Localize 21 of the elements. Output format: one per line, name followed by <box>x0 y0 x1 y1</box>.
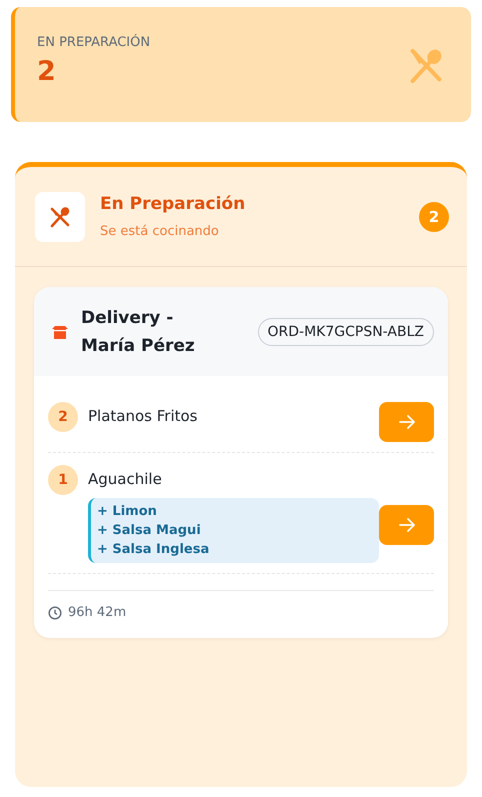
quantity-badge: 1 <box>48 465 78 495</box>
item-name: Aguachile <box>88 470 163 488</box>
modifier-text: + Salsa Inglesa <box>97 542 210 557</box>
stat-label: EN PREPARACIÓN <box>37 35 150 50</box>
elapsed-time: 96h 42m <box>68 605 126 620</box>
advance-button[interactable] <box>379 402 434 442</box>
arrow-right-icon <box>398 413 416 431</box>
quantity-badge: 2 <box>48 402 78 432</box>
arrow-right-icon <box>398 516 416 534</box>
clock-icon <box>48 606 62 620</box>
order-title: Delivery - María Pérez <box>81 306 196 358</box>
modifier-text: + Salsa Magui <box>97 523 202 538</box>
count-badge: 2 <box>419 202 449 232</box>
column-title: En Preparación <box>100 194 246 214</box>
utensils-icon <box>48 204 72 228</box>
modifier-text: + Limon <box>97 504 158 519</box>
order-code: ORD-MK7GCPSN-ABLZ <box>258 318 434 346</box>
column-subtitle: Se está cocinando <box>100 224 220 239</box>
stat-value: 2 <box>37 56 57 87</box>
advance-button[interactable] <box>379 505 434 545</box>
item-name: Platanos Fritos <box>88 407 198 425</box>
